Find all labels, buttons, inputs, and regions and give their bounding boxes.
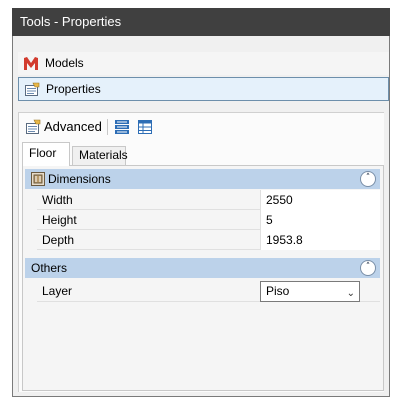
property-row-layer: Layer Piso ⌄ — [37, 280, 380, 302]
dimensions-icon — [30, 171, 46, 187]
window-title: Tools - Properties — [12, 8, 390, 36]
collapse-icon[interactable]: ˄ — [360, 260, 376, 276]
nav-item-properties[interactable]: Properties — [18, 77, 389, 101]
property-name: Height — [42, 213, 77, 227]
property-name: Layer — [42, 284, 73, 298]
chevron-down-icon: ⌄ — [346, 288, 355, 299]
categorized-view-icon — [113, 120, 131, 139]
table-view-icon — [136, 120, 154, 139]
properties-panel: Advanced Floor Materials Dimensions ˄ Wi… — [18, 112, 384, 392]
property-row-width: Width 2550 — [37, 190, 380, 210]
properties-window: Tools - Properties Models Properties Adv… — [0, 0, 399, 404]
window-client: Models Properties Advanced Floor Materia… — [12, 36, 390, 397]
depth-value-field[interactable]: 1953.8 — [260, 230, 380, 250]
property-row-depth: Depth 1953.8 — [37, 230, 380, 250]
nav-item-models[interactable]: Models — [18, 52, 389, 75]
advanced-button[interactable]: Advanced — [25, 118, 102, 136]
advanced-properties-icon — [25, 119, 41, 135]
nav-item-models-label: Models — [45, 56, 84, 70]
collapse-icon[interactable]: ˄ — [360, 171, 376, 187]
property-name: Width — [42, 193, 73, 207]
toolbar-separator — [107, 119, 108, 135]
group-header-dimensions[interactable]: Dimensions ˄ — [25, 169, 380, 189]
width-value-field[interactable]: 2550 — [260, 190, 380, 210]
group-title-others: Others — [31, 261, 68, 275]
floor-tab-pane: Dimensions ˄ Width 2550 Height 5 Depth 1… — [22, 165, 384, 391]
properties-toolbar: Advanced — [19, 113, 385, 141]
property-row-height: Height 5 — [37, 210, 380, 230]
layer-select[interactable]: Piso ⌄ — [260, 281, 360, 302]
height-value-field[interactable]: 5 — [260, 210, 380, 230]
tab-materials[interactable]: Materials — [72, 146, 128, 165]
tab-floor[interactable]: Floor — [22, 142, 70, 166]
advanced-label: Advanced — [44, 119, 102, 134]
categorized-view-button[interactable] — [113, 118, 131, 136]
table-view-button[interactable] — [136, 118, 154, 136]
nav-item-properties-label: Properties — [46, 82, 101, 96]
group-header-others[interactable]: Others ˄ — [25, 258, 380, 278]
models-logo-icon — [23, 56, 39, 71]
property-name: Depth — [42, 233, 75, 247]
group-title-dimensions: Dimensions — [48, 172, 111, 186]
layer-select-value: Piso — [266, 284, 290, 298]
properties-icon — [24, 82, 40, 97]
